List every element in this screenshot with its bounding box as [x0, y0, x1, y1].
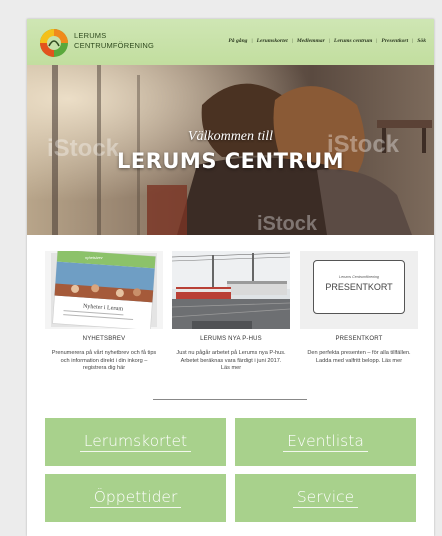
service-button[interactable]: Service — [235, 474, 416, 522]
button-label: Eventlista — [283, 432, 368, 452]
nav-item-pa-gang[interactable]: På gång — [228, 38, 247, 44]
logo-line-1: LERUMS — [74, 31, 107, 40]
nav-item-presentkort[interactable]: Presentkort — [381, 38, 408, 44]
p-hus-image — [172, 251, 290, 329]
card-description: Prenumerera på vårt nyhetbrev och få tip… — [51, 350, 157, 372]
page: LERUMS CENTRUMFÖRENING På gång | Lerumsk… — [27, 19, 434, 536]
section-divider — [153, 399, 307, 400]
card-title: NYHETSBREV — [82, 336, 126, 342]
hero-banner: iStock iStock iStock Välkommen till LERU… — [27, 65, 434, 235]
card-title: LERUMS NYA P-HUS — [200, 336, 262, 342]
button-label: Service — [292, 488, 359, 508]
nav-item-medlemmar[interactable]: Medlemmar — [297, 38, 325, 44]
card-title: PRESENTKORT — [335, 336, 383, 342]
logo-icon[interactable] — [39, 28, 69, 58]
button-label: Öppettider — [89, 488, 182, 508]
hero-subtitle: Välkommen till — [187, 129, 274, 144]
card-description: Den perfekta presenten – för alla tillfä… — [307, 350, 411, 364]
nav-item-sok[interactable]: Sök — [417, 38, 426, 44]
watermark: iStock — [257, 213, 318, 235]
train-station-illustration — [172, 251, 290, 329]
eventlista-button[interactable]: Eventlista — [235, 418, 416, 466]
logo-line-2: CENTRUMFÖRENING — [74, 41, 155, 50]
presentkort-image: Lerums Centrumförening PRESENTKORT — [300, 251, 418, 329]
nav-separator: | — [291, 38, 293, 44]
oppettider-button[interactable]: Öppettider — [45, 474, 226, 522]
newsletter-illustration — [51, 251, 157, 329]
button-label: Lerumskortet — [79, 432, 192, 452]
nav-separator: | — [412, 38, 414, 44]
lerumskortet-button[interactable]: Lerumskortet — [45, 418, 226, 466]
card-description: Just nu pågår arbetet på Lerums nya P-hu… — [176, 350, 286, 372]
main-nav: På gång | Lerumskortet | Medlemmar | Ler… — [228, 38, 426, 44]
nyhetsbrev-image: nyhetsbrev Nyheter i Lerum — [45, 251, 163, 329]
gift-card-text: PRESENTKORT — [325, 282, 393, 292]
nav-separator: | — [376, 38, 378, 44]
nav-separator: | — [251, 38, 253, 44]
newsletter-header-text: nyhetsbrev — [85, 256, 103, 260]
hero-title: LERUMS CENTRUM — [116, 149, 345, 173]
logo-text[interactable]: LERUMS CENTRUMFÖRENING — [74, 31, 154, 51]
site-header: LERUMS CENTRUMFÖRENING På gång | Lerumsk… — [27, 19, 434, 65]
nav-item-lerumskortet[interactable]: Lerumskortet — [257, 38, 288, 44]
nav-item-lerums-centrum[interactable]: Lerums centrum — [334, 38, 372, 44]
nav-separator: | — [328, 38, 330, 44]
gift-card-small-text: Lerums Centrumförening — [339, 275, 379, 279]
